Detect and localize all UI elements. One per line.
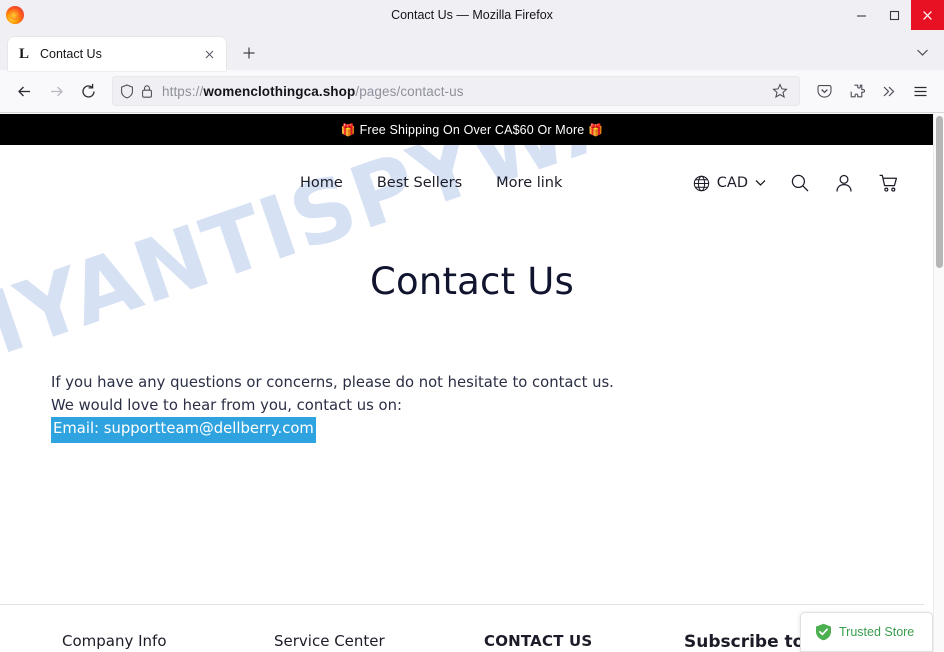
reload-button[interactable] bbox=[72, 75, 104, 107]
minimize-button[interactable] bbox=[845, 0, 878, 30]
new-tab-button[interactable] bbox=[234, 38, 264, 68]
trusted-store-badge[interactable]: Trusted Store bbox=[800, 612, 933, 652]
site-nav: Home Best Sellers More link bbox=[300, 175, 562, 191]
bookmark-star-icon[interactable] bbox=[768, 79, 792, 103]
url-text: https://womenclothingca.shop/pages/conta… bbox=[162, 84, 768, 99]
tab-favicon-icon: L bbox=[18, 45, 29, 62]
account-icon[interactable] bbox=[834, 173, 854, 193]
promo-banner: 🎁 Free Shipping On Over CA$60 Or More 🎁 bbox=[0, 114, 944, 145]
puzzle-icon[interactable] bbox=[840, 75, 872, 107]
overflow-chevrons-icon[interactable] bbox=[872, 75, 904, 107]
page-scrollbar[interactable] bbox=[933, 114, 944, 652]
url-scheme: https:// bbox=[162, 83, 204, 99]
shield-check-icon bbox=[815, 623, 832, 641]
close-button[interactable] bbox=[911, 0, 944, 30]
firefox-logo-icon bbox=[6, 6, 24, 24]
footer-heading-company-info[interactable]: Company Info bbox=[62, 632, 274, 652]
footer-columns: Company Info Service Center CONTACT US S… bbox=[0, 632, 924, 652]
nav-item-home[interactable]: Home bbox=[300, 175, 343, 191]
url-host: womenclothingca.shop bbox=[203, 83, 356, 99]
maximize-button[interactable] bbox=[878, 0, 911, 30]
nav-item-best-sellers[interactable]: Best Sellers bbox=[377, 175, 462, 191]
page-viewport: 🎁 Free Shipping On Over CA$60 Or More 🎁 MY… bbox=[0, 114, 944, 652]
forward-button[interactable] bbox=[40, 75, 72, 107]
tab-title: Contact Us bbox=[40, 47, 102, 61]
page-title: Contact Us bbox=[369, 260, 575, 303]
nav-item-more-link[interactable]: More link bbox=[496, 175, 562, 191]
browser-tab[interactable]: L Contact Us bbox=[8, 37, 226, 71]
url-bar-icons bbox=[120, 83, 153, 99]
trusted-store-label: Trusted Store bbox=[839, 625, 915, 639]
promo-banner-text: Free Shipping On Over CA$60 Or More bbox=[359, 122, 585, 137]
shield-icon[interactable] bbox=[120, 83, 134, 99]
list-all-tabs-icon[interactable] bbox=[910, 40, 934, 64]
chevron-down-icon bbox=[755, 179, 766, 187]
gift-icon-left: 🎁 bbox=[340, 122, 356, 137]
hamburger-menu-icon[interactable] bbox=[904, 75, 936, 107]
footer-heading-contact-us[interactable]: CONTACT US bbox=[484, 632, 684, 652]
url-path: /pages/contact-us bbox=[355, 83, 464, 99]
site-header: Home Best Sellers More link CAD bbox=[0, 145, 944, 221]
footer-heading-service-center[interactable]: Service Center bbox=[274, 632, 484, 652]
cart-icon[interactable] bbox=[878, 173, 899, 194]
pocket-icon[interactable] bbox=[808, 75, 840, 107]
window-title: Contact Us — Mozilla Firefox bbox=[391, 8, 553, 22]
site-footer: Company Info Service Center CONTACT US S… bbox=[0, 604, 924, 652]
globe-icon bbox=[693, 175, 710, 192]
contact-email-selected[interactable]: Email: supportteam@dellberry.com bbox=[51, 417, 316, 443]
lock-icon[interactable] bbox=[141, 84, 153, 99]
title-bar: Contact Us — Mozilla Firefox bbox=[0, 0, 944, 30]
contact-line-1: If you have any questions or concerns, p… bbox=[51, 374, 614, 391]
tab-close-icon[interactable] bbox=[200, 45, 218, 63]
firefox-window: Contact Us — Mozilla Firefox L Contact U… bbox=[0, 0, 944, 652]
contact-line-2: We would love to hear from you, contact … bbox=[51, 396, 402, 414]
back-button[interactable] bbox=[8, 75, 40, 107]
search-icon[interactable] bbox=[790, 173, 810, 193]
scrollbar-thumb[interactable] bbox=[936, 116, 943, 268]
window-controls bbox=[845, 0, 944, 30]
tab-strip: L Contact Us bbox=[0, 30, 944, 71]
gift-icon-right: 🎁 bbox=[588, 122, 604, 137]
site-header-actions: CAD bbox=[693, 173, 899, 194]
page-body: MYANTISPYWARE.COM Home Best Sellers More… bbox=[0, 145, 944, 652]
currency-value: CAD bbox=[716, 175, 748, 191]
contact-content: If you have any questions or concerns, p… bbox=[51, 372, 944, 443]
url-bar[interactable]: https://womenclothingca.shop/pages/conta… bbox=[112, 76, 800, 106]
currency-selector[interactable]: CAD bbox=[693, 175, 766, 192]
navigation-toolbar: https://womenclothingca.shop/pages/conta… bbox=[0, 70, 944, 113]
